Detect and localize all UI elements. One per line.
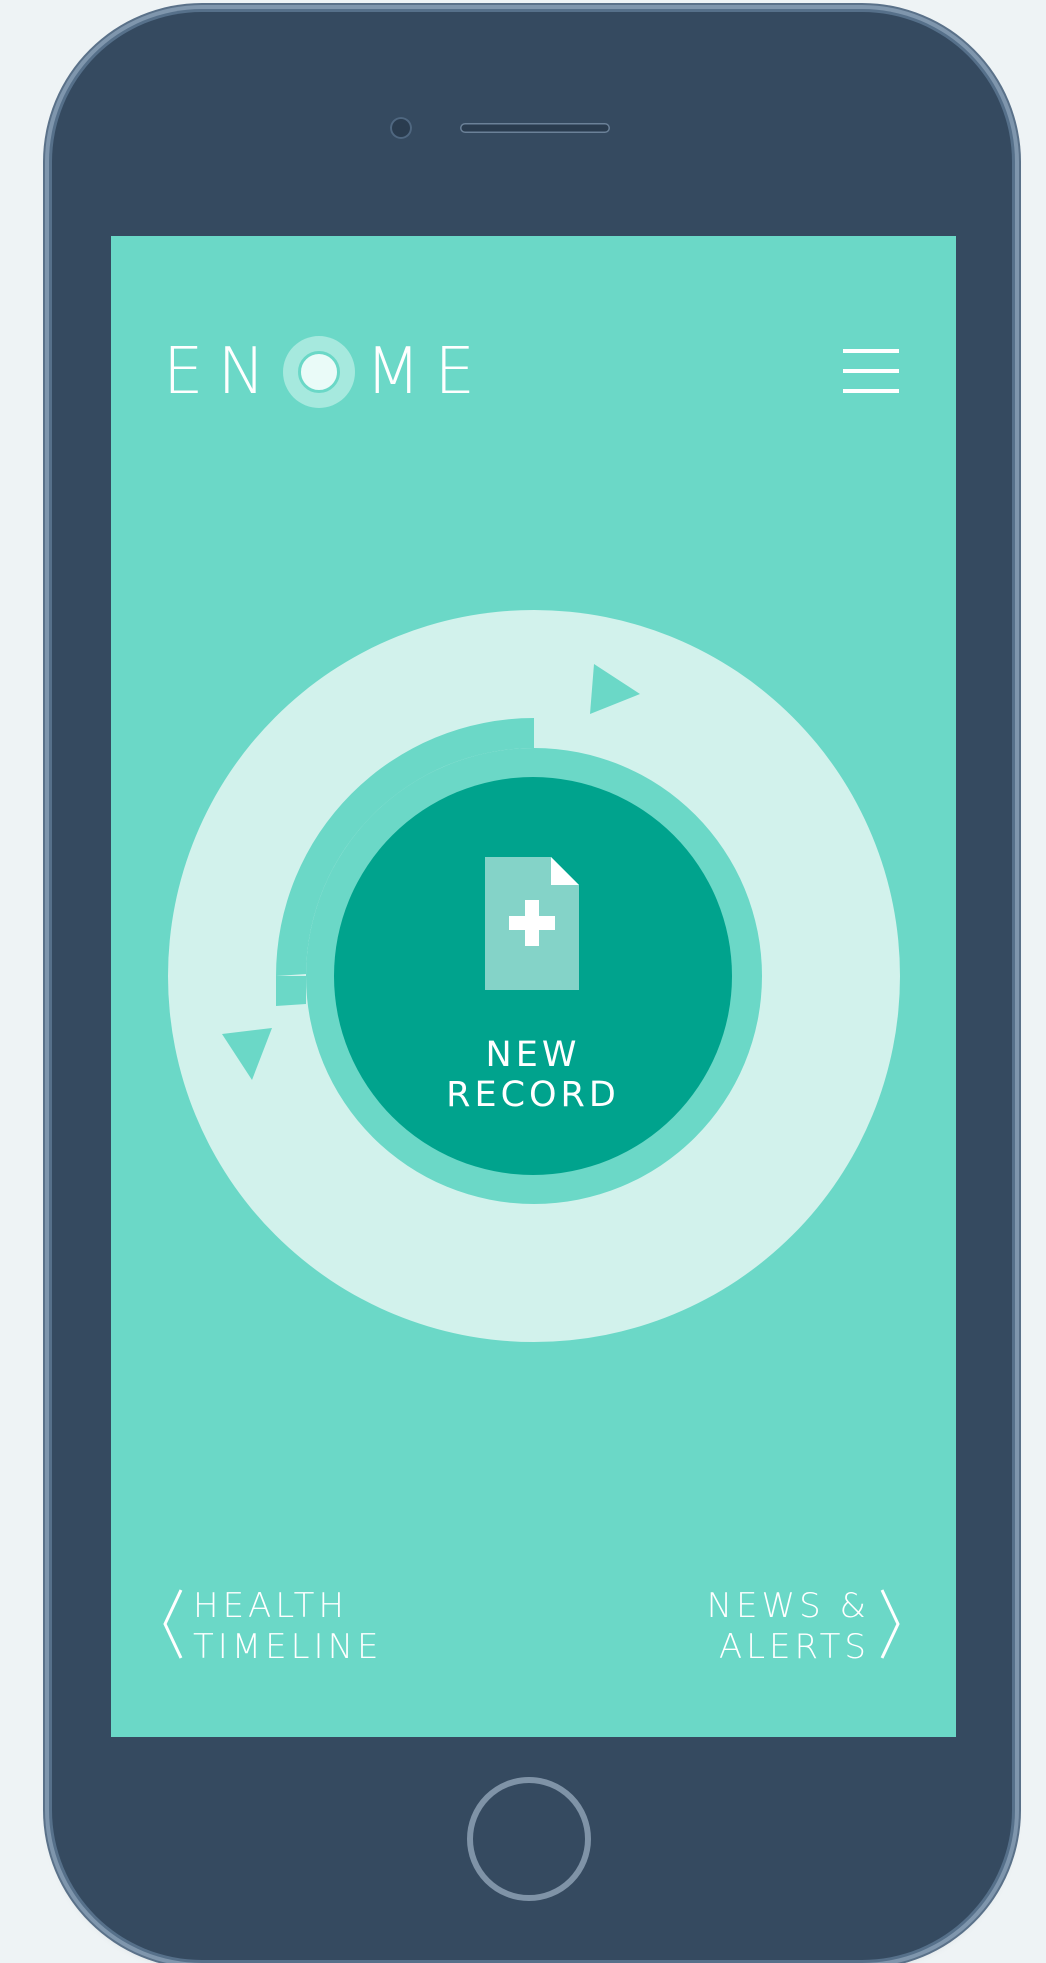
new-record-label: NEW RECORD	[334, 1035, 732, 1115]
new-record-button[interactable]: NEW RECORD	[334, 777, 732, 1175]
logo-letter-e: E	[163, 335, 218, 409]
new-record-label-line1: NEW	[485, 1035, 581, 1075]
news-alerts-link[interactable]: NEWS & ALERTS	[707, 1586, 902, 1668]
app-screen: E N ME NEW RECORD HEALTH TIMELINE NEWS &…	[111, 236, 956, 1737]
hamburger-menu-icon[interactable]	[843, 347, 899, 395]
news-alerts-label-line2: ALERTS	[718, 1627, 870, 1667]
logo-letter-n: N	[217, 335, 280, 409]
page: E N ME NEW RECORD HEALTH TIMELINE NEWS &…	[0, 0, 1046, 1963]
front-camera	[390, 117, 412, 139]
app-logo: E N ME	[163, 336, 489, 408]
earpiece-speaker	[460, 123, 610, 133]
add-document-icon	[485, 857, 579, 990]
home-button[interactable]	[467, 1777, 591, 1901]
chevron-right-icon	[880, 1589, 900, 1659]
health-timeline-link[interactable]: HEALTH TIMELINE	[161, 1586, 383, 1668]
new-record-label-line2: RECORD	[446, 1075, 620, 1115]
menu-line-middle	[843, 369, 899, 373]
news-alerts-label-line1: NEWS &	[706, 1586, 870, 1626]
logo-letters-me: ME	[365, 335, 489, 409]
menu-line-top	[843, 349, 899, 353]
arc-notch-top	[534, 718, 554, 748]
chevron-left-icon	[163, 1589, 183, 1659]
logo-o-ring-icon	[283, 336, 356, 408]
arc-notch-left	[276, 976, 306, 1006]
menu-line-bottom	[843, 389, 899, 393]
health-timeline-label-line1: HEALTH	[193, 1586, 348, 1626]
health-timeline-label-line2: TIMELINE	[193, 1627, 383, 1667]
